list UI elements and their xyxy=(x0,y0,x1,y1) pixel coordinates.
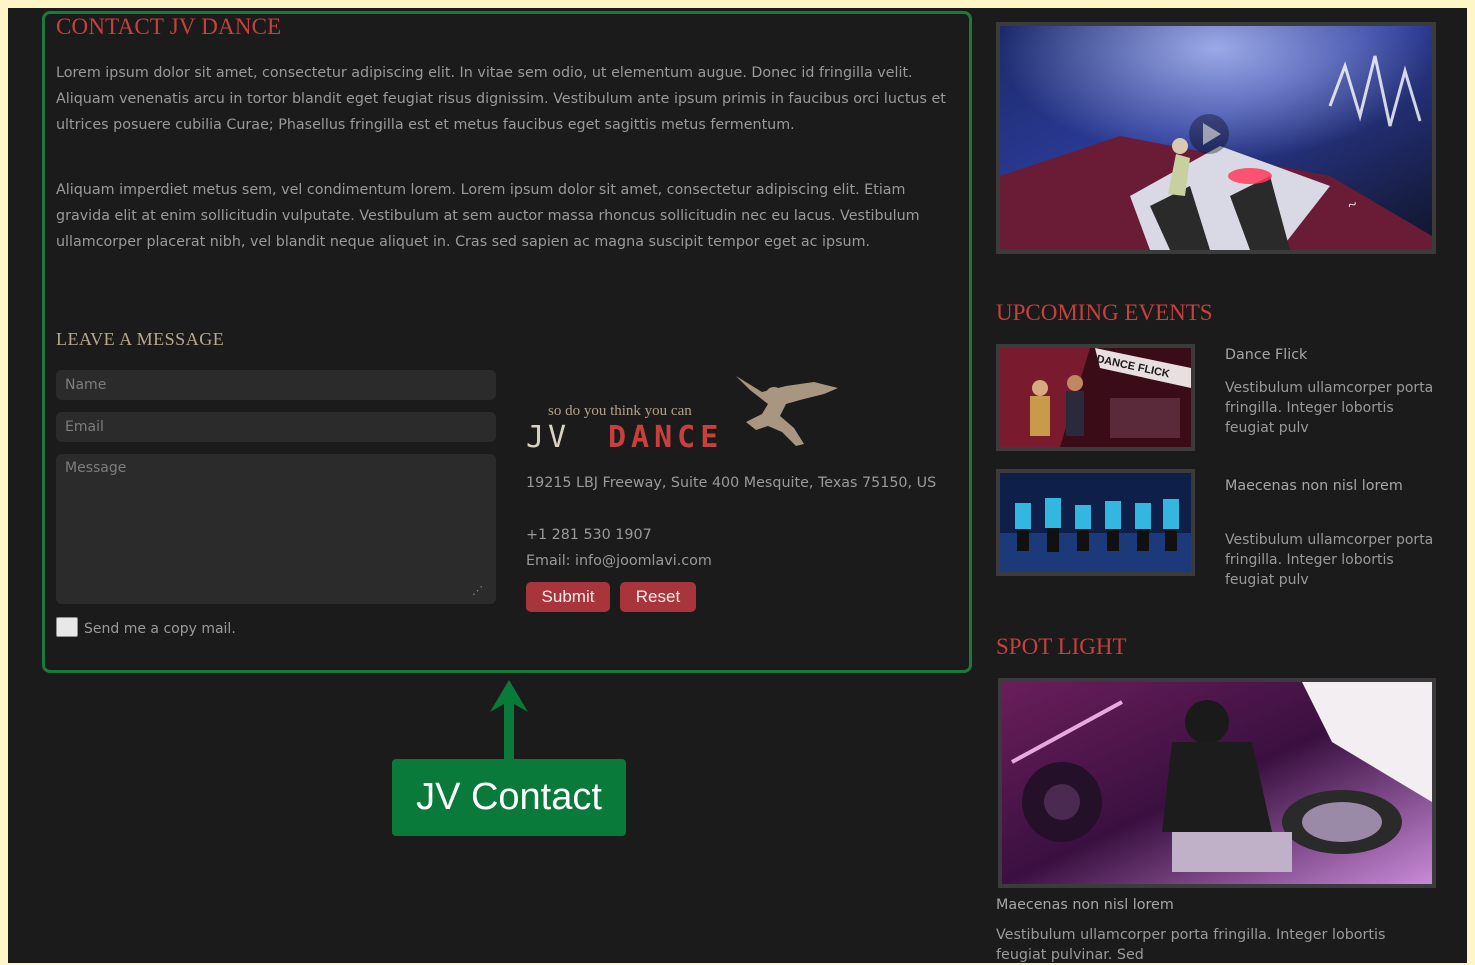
contact-paragraph-1: Lorem ipsum dolor sit amet, consectetur … xyxy=(56,65,946,133)
event-2-title[interactable]: Maecenas non nisl lorem xyxy=(1225,472,1425,500)
address-line: 19215 LBJ Freeway, Suite 400 Mesquite, T… xyxy=(526,475,937,491)
logo-dance: DANCE xyxy=(608,420,723,452)
event-1-thumbnail[interactable]: DANCE FLICK xyxy=(996,344,1195,451)
leave-message-title: LEAVE A MESSAGE xyxy=(56,329,225,349)
event-2-thumbnail[interactable] xyxy=(996,469,1195,576)
annotation-arrow-icon xyxy=(490,680,528,760)
contact-title: CONTACT JV DANCE xyxy=(56,14,282,39)
spotlight-text: Vestibulum ullamcorper porta fringilla. … xyxy=(996,927,1386,963)
name-input[interactable] xyxy=(56,370,496,400)
logo-jv: JV xyxy=(526,420,570,452)
phone-number: +1 281 530 1907 xyxy=(526,527,652,543)
contact-email: Email: info@joomlavi.com xyxy=(526,553,712,569)
play-icon[interactable] xyxy=(1186,111,1232,157)
event-1-title[interactable]: Dance Flick xyxy=(1225,347,1307,363)
event-1-text: Vestibulum ullamcorper porta fringilla. … xyxy=(1225,380,1434,436)
email-input[interactable] xyxy=(56,412,496,442)
spotlight-image[interactable] xyxy=(998,678,1436,888)
jv-dance-logo: so do you think you can JV DANCE xyxy=(526,376,838,452)
event-2-image xyxy=(1000,473,1191,572)
resize-grip-icon[interactable]: ⋰ xyxy=(472,584,486,598)
logo-tagline: so do you think you can xyxy=(548,403,692,419)
jv-contact-label: JV Contact xyxy=(392,759,626,836)
spotlight-title[interactable]: Maecenas non nisl lorem xyxy=(996,897,1174,913)
event-1-image: DANCE FLICK xyxy=(1000,348,1191,447)
copy-mail-checkbox[interactable] xyxy=(56,617,78,637)
copy-mail-label: Send me a copy mail. xyxy=(84,621,236,637)
submit-button[interactable]: Submit xyxy=(526,582,610,612)
contact-paragraph-2: Aliquam imperdiet metus sem, vel condime… xyxy=(56,182,920,250)
message-textarea[interactable] xyxy=(56,454,496,604)
upcoming-events-title: UPCOMING EVENTS xyxy=(996,300,1213,325)
event-2-text: Vestibulum ullamcorper porta fringilla. … xyxy=(1225,532,1434,588)
reset-button[interactable]: Reset xyxy=(620,582,696,612)
dancer-silhouette-icon xyxy=(736,376,838,446)
spotlight-photo xyxy=(1002,682,1432,884)
spot-light-title: SPOT LIGHT xyxy=(996,634,1127,659)
